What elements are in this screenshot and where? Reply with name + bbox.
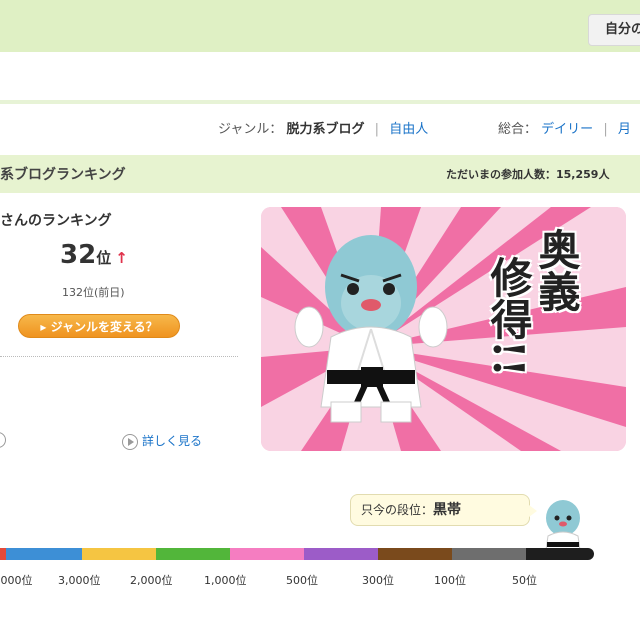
divider: | [603,122,608,137]
daily-link[interactable]: デイリー [541,122,593,137]
belt-scale-label: 300位 [362,574,394,587]
belt-status-bubble: 只今の段位：黒帯 [350,494,537,526]
monthly-link[interactable]: 月 [618,122,631,137]
belt-scale-label: 100位 [434,574,466,587]
rank-number: 32 [60,240,97,270]
current-rank: 32位 ↑ [60,240,128,270]
belt-segment [6,548,82,560]
belt-segment [156,548,230,560]
banner-text-line2: 修得!! [484,256,533,377]
ranking-title: 系ブログランキング [0,167,126,183]
banner-text-line1: 奥義 [532,228,581,312]
genre-value: 脱力系ブログ [286,122,365,137]
divider: | [374,122,380,137]
mini-character-icon [545,500,581,551]
genre-label: ジャンル： [218,122,283,137]
rank-up-arrow-icon: ↑ [115,249,128,267]
belt-segment [526,548,594,560]
mypage-button[interactable]: 自分の [588,14,640,46]
participants-count: ただいまの参加人数：15,259人 [446,168,610,181]
total-label: 総合： [498,122,538,137]
top-bar: 自分の [0,0,640,52]
change-genre-button[interactable]: ▸ ジャンルを変える？ [18,314,180,338]
ranking-header: 系ブログランキング ただいまの参加人数：15,259人 [0,155,640,193]
play-icon[interactable] [0,432,6,448]
belt-scale-label: 2,000位 [130,574,173,587]
belt-scale-label: 50位 [512,574,537,587]
belt-segment [230,548,304,560]
belt-scale-label: 500位 [286,574,318,587]
dotted-divider [0,356,238,357]
user-ranking-label: さんのランキング [0,213,112,229]
genre-meta: ジャンル： 脱力系ブログ | 自由人 [218,120,428,140]
total-meta: 総合： デイリー | 月 [498,120,631,140]
separator [0,100,640,104]
belt-scale-label: 1,000位 [204,574,247,587]
belt-segment [82,548,156,560]
detail-link[interactable]: 詳しく見る [122,432,202,450]
genre-sub-link[interactable]: 自由人 [389,122,428,137]
belt-progress-bar [0,548,594,560]
detail-link-label: 詳しく見る [142,434,203,448]
play-icon [122,433,138,450]
belt-scale-label: 5,000位 [0,574,33,587]
rank-unit: 位 [96,249,112,267]
belt-status-label: 只今の段位： [361,503,434,517]
previous-rank: 132位(前日) [62,286,125,299]
belt-segment [304,548,378,560]
belt-scale-labels: 5,000位 3,000位 2,000位 1,000位 500位 300位 100位 50位 [0,572,640,590]
belt-segment [452,548,526,560]
belt-scale-label: 3,000位 [58,574,101,587]
belt-segment [378,548,452,560]
belt-status-value: 黒帯 [433,502,462,518]
